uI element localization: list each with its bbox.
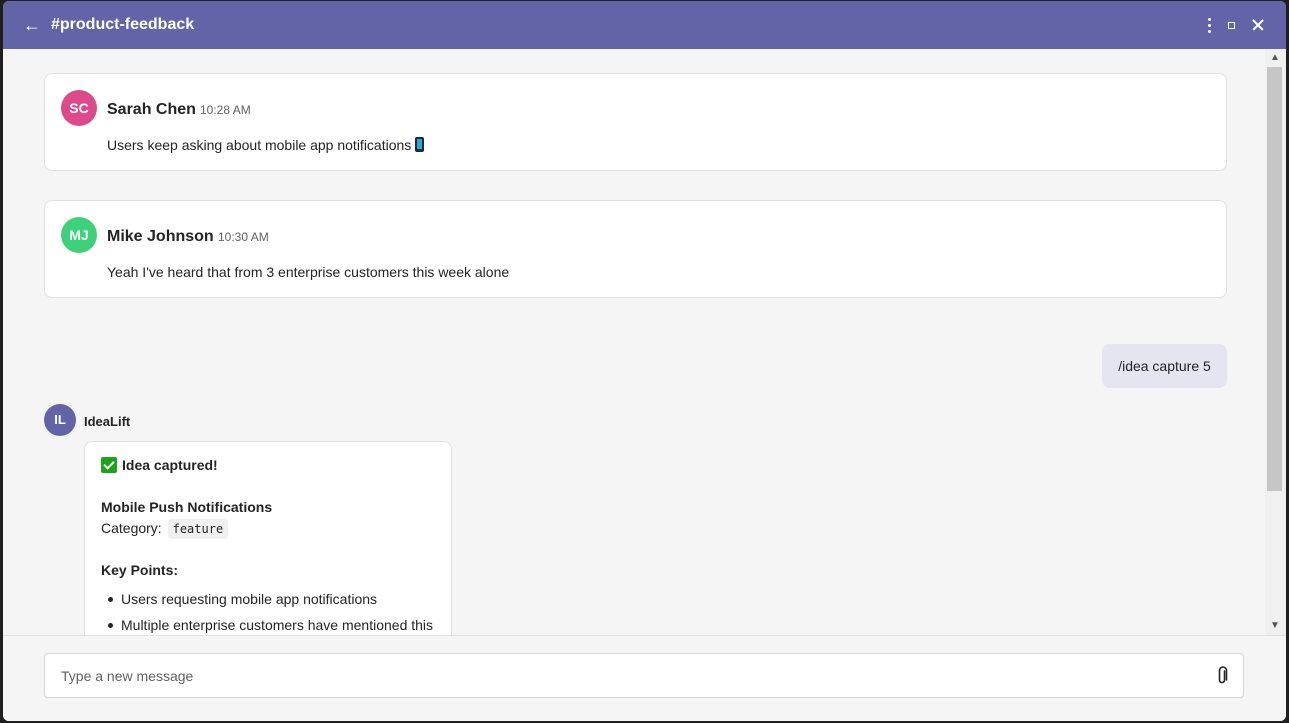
key-points-label: Key Points: [101,562,179,578]
title-bar: ← #product-feedback [3,1,1286,49]
restore-window-icon[interactable] [1225,18,1239,32]
idea-title: Mobile Push Notifications [101,499,273,515]
avatar[interactable]: MJ [61,217,97,253]
composer-area [3,635,1286,721]
message-author[interactable]: Mike Johnson [107,227,214,247]
back-arrow-icon[interactable]: ← [21,13,43,37]
message-input[interactable] [61,665,1191,687]
message-composer[interactable] [44,653,1244,698]
card-heading-text: Idea captured! [122,457,218,473]
bot-name[interactable]: IdeaLift [84,414,130,430]
scrollbar-thumb[interactable] [1267,67,1282,491]
card-heading: Idea captured! [101,456,218,474]
key-points-list: Users requesting mobile app notification… [101,590,433,635]
message-timestamp: 10:28 AM [200,103,251,117]
scroll-down-icon[interactable]: ▼ [1269,620,1281,632]
channel-title: #product-feedback [51,16,195,33]
check-mark-icon [101,457,117,473]
message-card: SC Sarah Chen 10:28 AM Users keep asking… [44,73,1227,171]
message-body: Users keep asking about mobile app notif… [107,136,425,154]
more-options-icon[interactable] [1201,15,1217,35]
scroll-up-icon[interactable]: ▲ [1269,52,1281,64]
idea-category: Category: feature [101,519,229,539]
category-label: Category: [101,520,162,536]
scrollbar[interactable]: ▲ ▼ [1265,49,1286,635]
message-list: SC Sarah Chen 10:28 AM Users keep asking… [3,49,1265,635]
category-value: feature [167,519,229,539]
message-card: MJ Mike Johnson 10:30 AM Yeah I've heard… [44,200,1227,298]
message-timestamp: 10:30 AM [218,230,269,244]
message-text: Yeah I've heard that from 3 enterprise c… [107,264,510,280]
chat-window: ← #product-feedback SC Sarah Chen 10:28 … [3,1,1286,721]
avatar[interactable]: SC [61,90,97,126]
mobile-phone-icon [415,137,425,152]
close-icon[interactable] [1249,15,1267,35]
paperclip-icon[interactable] [1215,666,1229,686]
bot-avatar[interactable]: IL [44,404,76,436]
sent-message-bubble: /idea capture 5 [1102,344,1227,388]
message-author[interactable]: Sarah Chen [107,100,196,120]
message-text: Users keep asking about mobile app notif… [107,137,412,153]
list-item: Multiple enterprise customers have menti… [101,616,433,635]
bot-response-card: Idea captured! Mobile Push Notifications… [84,441,452,635]
list-item: Users requesting mobile app notification… [101,590,433,616]
